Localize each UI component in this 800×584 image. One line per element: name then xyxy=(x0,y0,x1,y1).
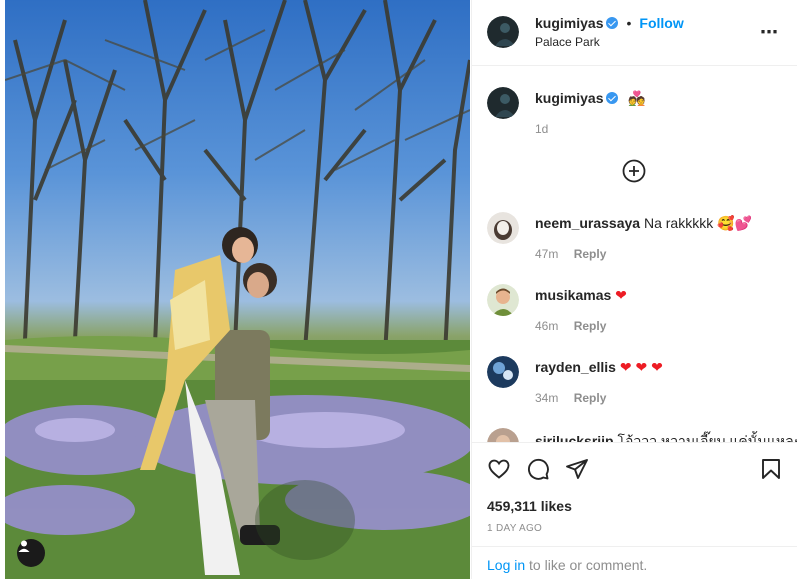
caption-text: kugimiyas 💑 xyxy=(535,90,646,107)
bookmark-icon[interactable] xyxy=(759,457,783,481)
commenter-avatar[interactable] xyxy=(487,356,519,388)
author-avatar[interactable] xyxy=(487,16,519,48)
avatar-image xyxy=(487,428,519,442)
caption-time[interactable]: 1d xyxy=(535,122,548,136)
comment-text: neem_urassaya Na rakkkkk 🥰💕 xyxy=(535,215,752,232)
comment-meta: 34m Reply xyxy=(535,391,618,405)
comment-text: musikamas ❤ xyxy=(535,287,627,304)
comment-body: โอ้ววว หวานเจี๊ยบ แค่นั้นแหละค่ะ xyxy=(617,433,797,442)
caption-avatar[interactable] xyxy=(487,87,519,119)
park-photo-illustration xyxy=(5,0,470,579)
verified-badge-icon xyxy=(606,92,619,104)
avatar-image xyxy=(487,284,519,316)
login-prompt: Log in to like or comment. xyxy=(472,546,797,579)
like-heart-icon[interactable] xyxy=(487,457,511,481)
commenter-username[interactable]: neem_urassaya xyxy=(535,215,640,231)
separator-dot: • xyxy=(626,15,632,31)
post-photo[interactable] xyxy=(5,0,470,579)
post-modal: kugimiyas • Follow Palace Park ⋯ kugimiy… xyxy=(0,0,800,584)
location-link[interactable]: Palace Park xyxy=(535,35,600,49)
post-side-panel: kugimiyas • Follow Palace Park ⋯ kugimiy… xyxy=(471,0,797,579)
commenter-avatar[interactable] xyxy=(487,428,519,442)
comment-emoji: 🥰💕 xyxy=(717,215,752,231)
comment-time[interactable]: 46m xyxy=(535,319,558,333)
comment-emoji: ❤ xyxy=(615,287,627,303)
user-icon xyxy=(18,540,30,552)
commenter-username[interactable]: rayden_ellis xyxy=(535,359,616,375)
commenter-username[interactable]: sirilucksrijp xyxy=(535,433,614,442)
comment-meta: 47m Reply xyxy=(535,247,618,261)
login-prompt-text: to like or comment. xyxy=(525,557,648,573)
more-options-icon[interactable]: ⋯ xyxy=(760,22,779,43)
caption-meta: 1d xyxy=(535,122,560,136)
comment-text: rayden_ellis ❤ ❤ ❤ xyxy=(535,359,663,376)
reply-button[interactable]: Reply xyxy=(574,247,607,261)
comment-time[interactable]: 34m xyxy=(535,391,558,405)
avatar-image xyxy=(487,16,519,48)
avatar-image xyxy=(487,212,519,244)
comment-text: sirilucksrijp โอ้ววว หวานเจี๊ยบ แค่นั้นแ… xyxy=(535,431,797,442)
commenter-avatar[interactable] xyxy=(487,212,519,244)
header-name-row: kugimiyas • Follow xyxy=(535,15,684,31)
post-date[interactable]: 1 DAY AGO xyxy=(487,523,542,534)
share-send-icon[interactable] xyxy=(565,457,589,481)
avatar-image xyxy=(487,356,519,388)
post-actions: 459,311 likes 1 DAY AGO xyxy=(472,442,797,546)
comment-emoji: ❤ ❤ ❤ xyxy=(619,359,663,375)
login-link[interactable]: Log in xyxy=(487,557,525,573)
user-tag-button[interactable] xyxy=(17,539,45,567)
comment-meta: 46m Reply xyxy=(535,319,618,333)
post-header: kugimiyas • Follow Palace Park ⋯ xyxy=(472,0,797,66)
caption-username[interactable]: kugimiyas xyxy=(535,90,603,106)
comments-section[interactable]: kugimiyas 💑 1d neem_urassaya Na rakkkkk … xyxy=(472,67,797,442)
load-more-comments-icon[interactable] xyxy=(622,159,646,183)
commenter-username[interactable]: musikamas xyxy=(535,287,611,303)
commenter-avatar[interactable] xyxy=(487,284,519,316)
comment-bubble-icon[interactable] xyxy=(526,457,550,481)
caption-emoji: 💑 xyxy=(628,90,646,106)
likes-count[interactable]: 459,311 likes xyxy=(487,498,572,514)
reply-button[interactable]: Reply xyxy=(574,391,607,405)
comment-time[interactable]: 47m xyxy=(535,247,558,261)
comment-body: Na rakkkkk xyxy=(643,215,714,231)
author-username[interactable]: kugimiyas xyxy=(535,15,603,31)
reply-button[interactable]: Reply xyxy=(574,319,607,333)
verified-badge-icon xyxy=(606,17,619,29)
follow-button[interactable]: Follow xyxy=(639,15,683,31)
avatar-image xyxy=(487,87,519,119)
